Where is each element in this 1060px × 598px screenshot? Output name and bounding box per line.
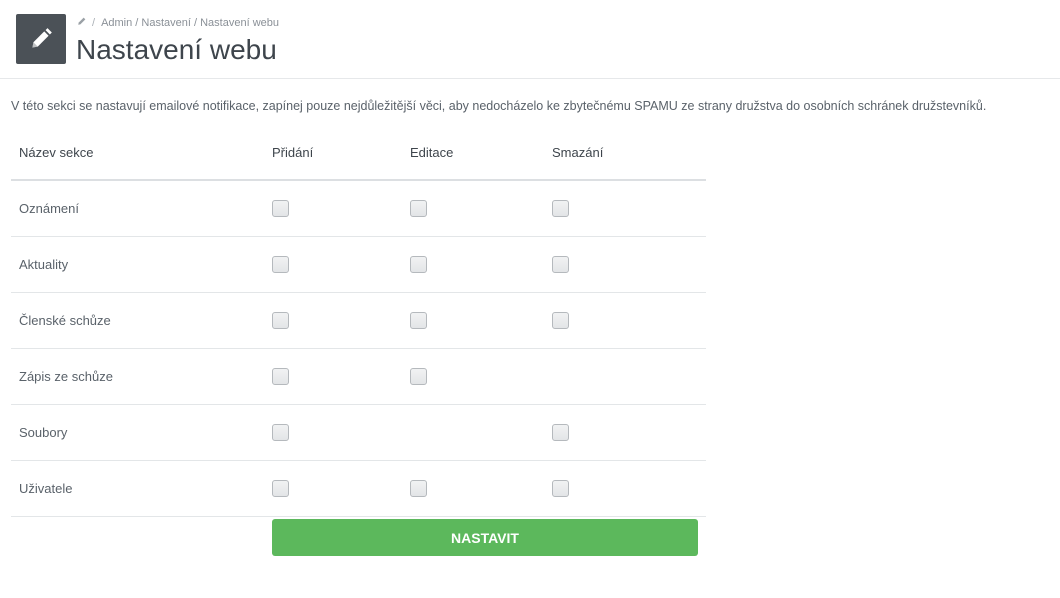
section-label: Uživatele bbox=[19, 481, 73, 496]
table-body: Oznámení Aktuality Členské schůze Zápis ze … bbox=[11, 181, 706, 517]
page-header: / Admin / Nastavení / Nastavení webu Nas… bbox=[0, 0, 1060, 79]
table-row: Oznámení bbox=[11, 181, 706, 237]
cell-edit bbox=[410, 181, 427, 236]
breadcrumb-separator: / bbox=[92, 16, 96, 29]
cell-delete bbox=[552, 293, 569, 348]
column-header-section: Název sekce bbox=[19, 145, 94, 160]
intro-text: V této sekci se nastavují emailové notif… bbox=[11, 99, 987, 113]
section-label: Členské schůze bbox=[19, 313, 111, 328]
cell-add bbox=[272, 293, 289, 348]
checkbox-add-zapis-ze-schuze[interactable] bbox=[272, 368, 289, 385]
checkbox-delete-clenske-schuze[interactable] bbox=[552, 312, 569, 329]
checkbox-add-uzivatele[interactable] bbox=[272, 480, 289, 497]
table-row: Uživatele bbox=[11, 461, 706, 517]
table-header: Název sekce Přidání Editace Smazání bbox=[11, 126, 706, 181]
cell-add bbox=[272, 405, 289, 460]
checkbox-delete-oznameni[interactable] bbox=[552, 200, 569, 217]
cell-add bbox=[272, 349, 289, 404]
checkbox-add-clenske-schuze[interactable] bbox=[272, 312, 289, 329]
cell-edit bbox=[410, 461, 427, 516]
column-header-add: Přidání bbox=[272, 145, 314, 160]
cell-delete bbox=[552, 237, 569, 292]
breadcrumb: / Admin / Nastavení / Nastavení webu bbox=[77, 16, 279, 29]
cell-delete bbox=[552, 181, 569, 236]
breadcrumb-path: Admin / Nastavení / Nastavení webu bbox=[101, 16, 279, 29]
cell-edit bbox=[410, 237, 427, 292]
table-row: Zápis ze schůze bbox=[11, 349, 706, 405]
checkbox-add-oznameni[interactable] bbox=[272, 200, 289, 217]
checkbox-delete-soubory[interactable] bbox=[552, 424, 569, 441]
pencil-icon bbox=[16, 14, 66, 64]
cell-edit bbox=[410, 293, 427, 348]
checkbox-edit-clenske-schuze[interactable] bbox=[410, 312, 427, 329]
cell-delete bbox=[552, 405, 569, 460]
column-header-edit: Editace bbox=[410, 145, 454, 160]
checkbox-edit-zapis-ze-schuze[interactable] bbox=[410, 368, 427, 385]
section-label: Soubory bbox=[19, 425, 68, 440]
page-title: Nastavení webu bbox=[76, 34, 277, 65]
table-row: Aktuality bbox=[11, 237, 706, 293]
checkbox-delete-uzivatele[interactable] bbox=[552, 480, 569, 497]
checkbox-edit-oznameni[interactable] bbox=[410, 200, 427, 217]
breadcrumb-pencil-icon bbox=[77, 16, 87, 29]
checkbox-add-soubory[interactable] bbox=[272, 424, 289, 441]
column-header-delete: Smazání bbox=[552, 145, 604, 160]
cell-add bbox=[272, 181, 289, 236]
checkbox-add-aktuality[interactable] bbox=[272, 256, 289, 273]
submit-button[interactable]: NASTAVIT bbox=[272, 519, 698, 556]
cell-edit bbox=[410, 349, 427, 404]
section-label: Zápis ze schůze bbox=[19, 369, 113, 384]
checkbox-edit-aktuality[interactable] bbox=[410, 256, 427, 273]
section-label: Aktuality bbox=[19, 257, 69, 272]
cell-add bbox=[272, 461, 289, 516]
cell-add bbox=[272, 237, 289, 292]
table-row: Soubory bbox=[11, 405, 706, 461]
cell-delete bbox=[552, 461, 569, 516]
section-label: Oznámení bbox=[19, 201, 79, 216]
table-row: Členské schůze bbox=[11, 293, 706, 349]
notification-table: Název sekce Přidání Editace Smazání Ozná… bbox=[11, 126, 706, 517]
checkbox-edit-uzivatele[interactable] bbox=[410, 480, 427, 497]
checkbox-delete-aktuality[interactable] bbox=[552, 256, 569, 273]
